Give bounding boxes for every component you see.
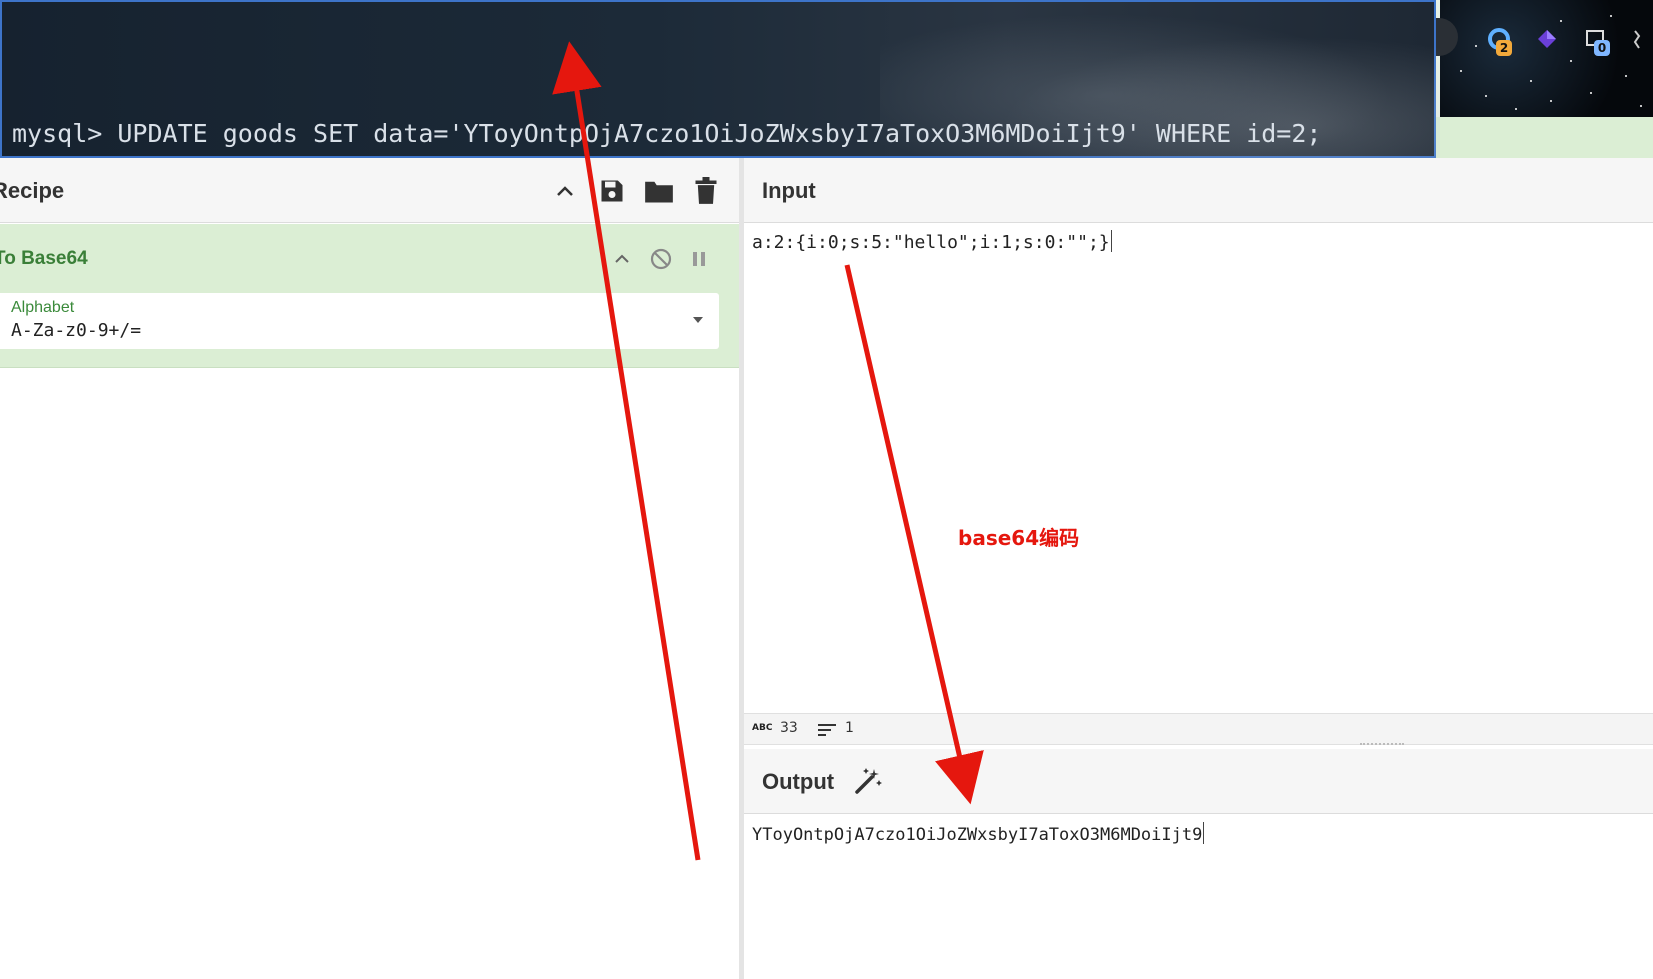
collapse-operation-button[interactable] xyxy=(607,244,637,274)
alphabet-value: A-Za-z0-9+/= xyxy=(11,320,142,341)
input-value: a:2:{i:0;s:5:"hello";i:1;s:0:"";} xyxy=(752,232,1110,253)
magic-wand-icon[interactable] xyxy=(852,765,884,797)
output-header: Output xyxy=(744,749,1653,814)
pane-resize-handle[interactable] xyxy=(739,158,744,979)
dropdown-caret-icon xyxy=(693,317,703,323)
terminal-line-command: mysql> UPDATE goods SET data='YToyOntpOj… xyxy=(12,119,1322,148)
clear-recipe-button[interactable] xyxy=(689,174,723,208)
mysql-terminal: mysql> UPDATE goods SET data='YToyOntpOj… xyxy=(0,0,1440,364)
output-title: Output xyxy=(762,769,835,794)
folder-icon xyxy=(645,181,673,203)
input-title: Input xyxy=(762,178,816,203)
extension-badge-1: 2 xyxy=(1496,40,1512,56)
save-recipe-button[interactable] xyxy=(595,174,629,208)
browser-tab-area xyxy=(1436,117,1653,158)
save-icon xyxy=(601,180,623,202)
text-cursor xyxy=(1203,822,1205,844)
alphabet-dropdown[interactable]: Alphabet A-Za-z0-9+/= xyxy=(0,293,719,349)
disable-icon xyxy=(650,248,672,270)
input-textarea[interactable]: a:2:{i:0;s:5:"hello";i:1;s:0:"";} xyxy=(752,230,1112,253)
operation-to-base64[interactable]: To Base64 Alphabet A-Za-z0-9+/= xyxy=(0,224,739,368)
extension-diamond-icon[interactable] xyxy=(1534,26,1560,52)
alphabet-label: Alphabet xyxy=(11,299,75,316)
input-status-bar: ABC 33 1 xyxy=(744,713,1653,745)
load-recipe-button[interactable] xyxy=(642,174,676,208)
chevron-up-icon xyxy=(615,254,629,263)
collapse-recipe-button[interactable] xyxy=(548,174,582,208)
chevron-up-icon xyxy=(557,186,573,196)
output-textarea[interactable]: YToyOntpOjA7czo1OiJoZWxsbyI7aToxO3M6MDoi… xyxy=(752,822,1205,845)
desktop-wallpaper xyxy=(1440,0,1653,117)
disable-operation-button[interactable] xyxy=(646,244,676,274)
lines-icon xyxy=(818,724,836,736)
recipe-title: Recipe xyxy=(0,178,65,203)
io-resize-handle[interactable] xyxy=(1360,743,1404,748)
output-value: YToyOntpOjA7czo1OiJoZWxsbyI7aToxO3M6MDoi… xyxy=(752,825,1203,845)
input-line-count: 1 xyxy=(845,720,854,736)
pause-operation-button[interactable] xyxy=(684,244,714,274)
trash-icon xyxy=(695,177,717,204)
extension-badge-2: 0 xyxy=(1594,40,1610,56)
input-length: 33 xyxy=(780,720,798,736)
operation-title: To Base64 xyxy=(0,248,88,269)
text-cursor xyxy=(1110,230,1112,252)
annotation-label: base64编码 xyxy=(958,526,1080,550)
extension-puzzle-icon[interactable] xyxy=(1628,26,1648,52)
input-header: Input xyxy=(744,158,1653,223)
recipe-header: Recipe xyxy=(0,158,739,223)
pause-icon xyxy=(693,252,705,266)
length-icon: ABC xyxy=(752,723,773,733)
